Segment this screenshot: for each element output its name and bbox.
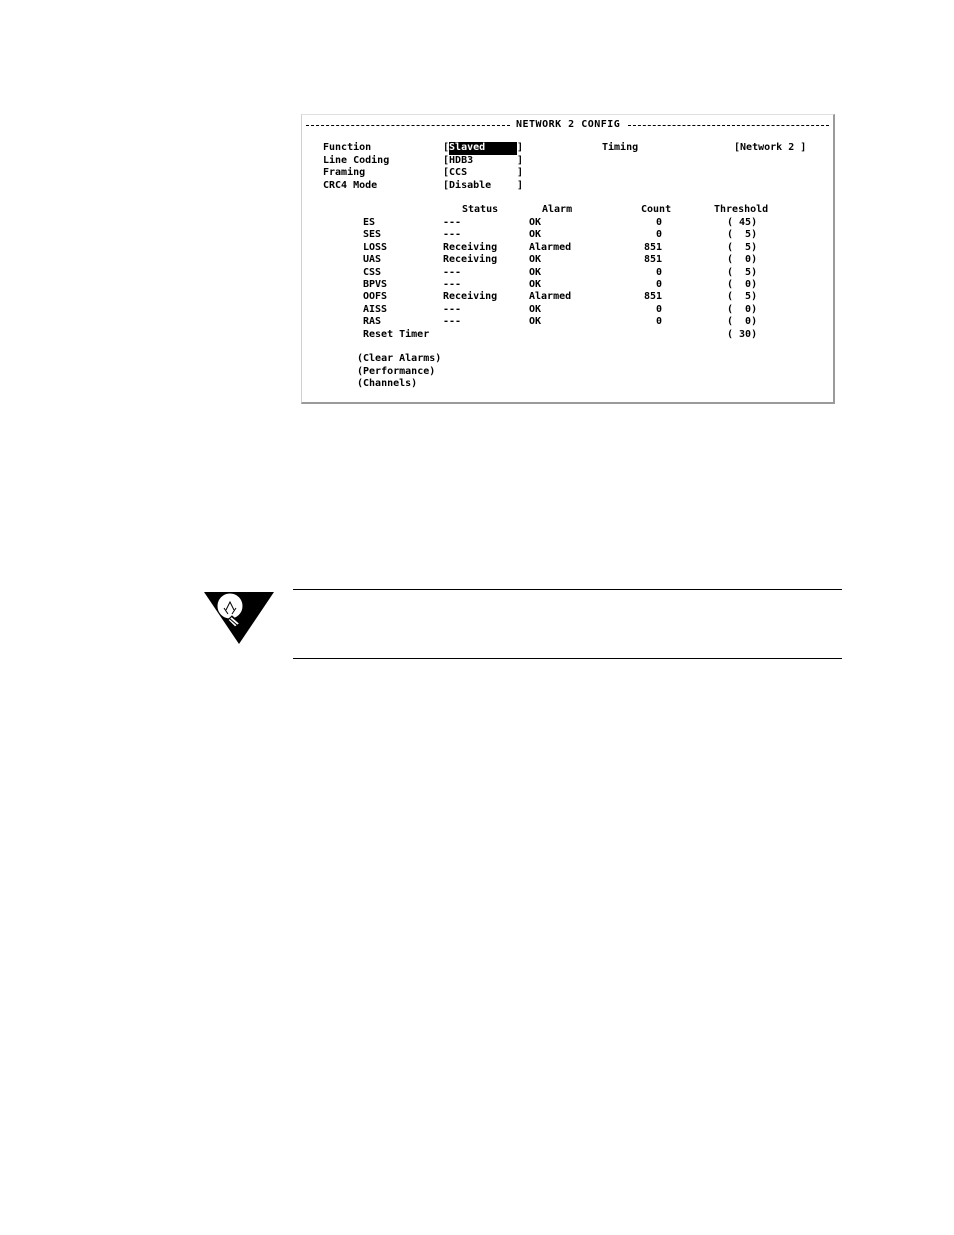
row-threshold[interactable]: ( 0) bbox=[727, 304, 757, 317]
reset-timer-value[interactable]: ( 30) bbox=[727, 329, 757, 342]
performance-button[interactable]: (Performance) bbox=[357, 366, 435, 379]
row-count: 0 bbox=[655, 279, 662, 290]
function-label: Function bbox=[323, 142, 372, 153]
line-coding-field[interactable]: [HDB3] bbox=[443, 155, 523, 168]
screen-title-bar: NETWORK 2 CONFIG bbox=[306, 119, 829, 131]
row-threshold[interactable]: ( 0) bbox=[727, 279, 757, 292]
row-count: 851 bbox=[643, 254, 662, 265]
framing-value[interactable]: CCS bbox=[449, 167, 517, 180]
row-status: --- bbox=[443, 279, 462, 290]
line-coding-label: Line Coding bbox=[323, 155, 390, 166]
function-field[interactable]: [Slaved] bbox=[443, 142, 523, 155]
framing-field[interactable]: [CCS] bbox=[443, 167, 523, 180]
row-status: --- bbox=[443, 316, 462, 327]
row-alarm: OK bbox=[529, 267, 542, 278]
row-count: 0 bbox=[655, 229, 662, 240]
row-status: --- bbox=[443, 267, 462, 278]
row-threshold[interactable]: ( 5) bbox=[727, 267, 757, 280]
timing-value[interactable]: Network 2 bbox=[740, 142, 794, 153]
row-alarm: OK bbox=[529, 217, 542, 228]
crc4-mode-label: CRC4 Mode bbox=[323, 180, 378, 191]
timing-field[interactable]: [Network 2 ] bbox=[734, 142, 806, 155]
row-alarm: Alarmed bbox=[529, 242, 572, 253]
header-count: Count bbox=[641, 204, 672, 215]
row-count: 0 bbox=[655, 316, 662, 327]
row-status: Receiving bbox=[443, 291, 498, 302]
header-status: Status bbox=[462, 204, 499, 215]
row-threshold[interactable]: ( 5) bbox=[727, 242, 757, 255]
row-threshold[interactable]: ( 5) bbox=[727, 229, 757, 242]
row-threshold[interactable]: ( 45) bbox=[727, 217, 757, 230]
crc4-mode-value[interactable]: Disable bbox=[449, 180, 517, 193]
row-count: 0 bbox=[655, 304, 662, 315]
row-count: 851 bbox=[643, 291, 662, 302]
note-rule-bottom bbox=[293, 658, 842, 659]
row-name: CSS bbox=[363, 267, 382, 278]
note-rule-top bbox=[293, 589, 842, 590]
row-alarm: OK bbox=[529, 279, 542, 290]
row-alarm: Alarmed bbox=[529, 291, 572, 302]
row-status: Receiving bbox=[443, 254, 498, 265]
row-name: AISS bbox=[363, 304, 388, 315]
crc4-mode-field[interactable]: [Disable] bbox=[443, 180, 523, 193]
row-status: --- bbox=[443, 304, 462, 315]
row-status: Receiving bbox=[443, 242, 498, 253]
function-value[interactable]: Slaved bbox=[449, 142, 518, 155]
screen-title: NETWORK 2 CONFIG bbox=[516, 119, 621, 130]
clear-alarms-button[interactable]: (Clear Alarms) bbox=[357, 353, 441, 366]
row-name: RAS bbox=[363, 316, 382, 327]
row-status: --- bbox=[443, 229, 462, 240]
framing-label: Framing bbox=[323, 167, 366, 178]
row-alarm: OK bbox=[529, 316, 542, 327]
terminal-screen: NETWORK 2 CONFIG Function [Slaved] Line … bbox=[301, 114, 835, 404]
row-name: ES bbox=[363, 217, 376, 228]
row-count: 0 bbox=[655, 217, 662, 228]
channels-button[interactable]: (Channels) bbox=[357, 378, 417, 391]
row-alarm: OK bbox=[529, 304, 542, 315]
row-threshold[interactable]: ( 0) bbox=[727, 316, 757, 329]
row-alarm: OK bbox=[529, 229, 542, 240]
row-name: UAS bbox=[363, 254, 382, 265]
row-threshold[interactable]: ( 0) bbox=[727, 254, 757, 267]
row-name: SES bbox=[363, 229, 382, 240]
row-threshold[interactable]: ( 5) bbox=[727, 291, 757, 304]
lightbulb-icon bbox=[204, 592, 274, 644]
reset-timer-label: Reset Timer bbox=[363, 329, 430, 340]
row-name: OOFS bbox=[363, 291, 388, 302]
header-alarm: Alarm bbox=[542, 204, 573, 215]
line-coding-value[interactable]: HDB3 bbox=[449, 155, 517, 168]
row-count: 0 bbox=[655, 267, 662, 278]
timing-label: Timing bbox=[602, 142, 639, 153]
row-alarm: OK bbox=[529, 254, 542, 265]
row-name: LOSS bbox=[363, 242, 388, 253]
header-threshold: Threshold bbox=[714, 204, 769, 215]
row-status: --- bbox=[443, 217, 462, 228]
row-name: BPVS bbox=[363, 279, 388, 290]
row-count: 851 bbox=[643, 242, 662, 253]
